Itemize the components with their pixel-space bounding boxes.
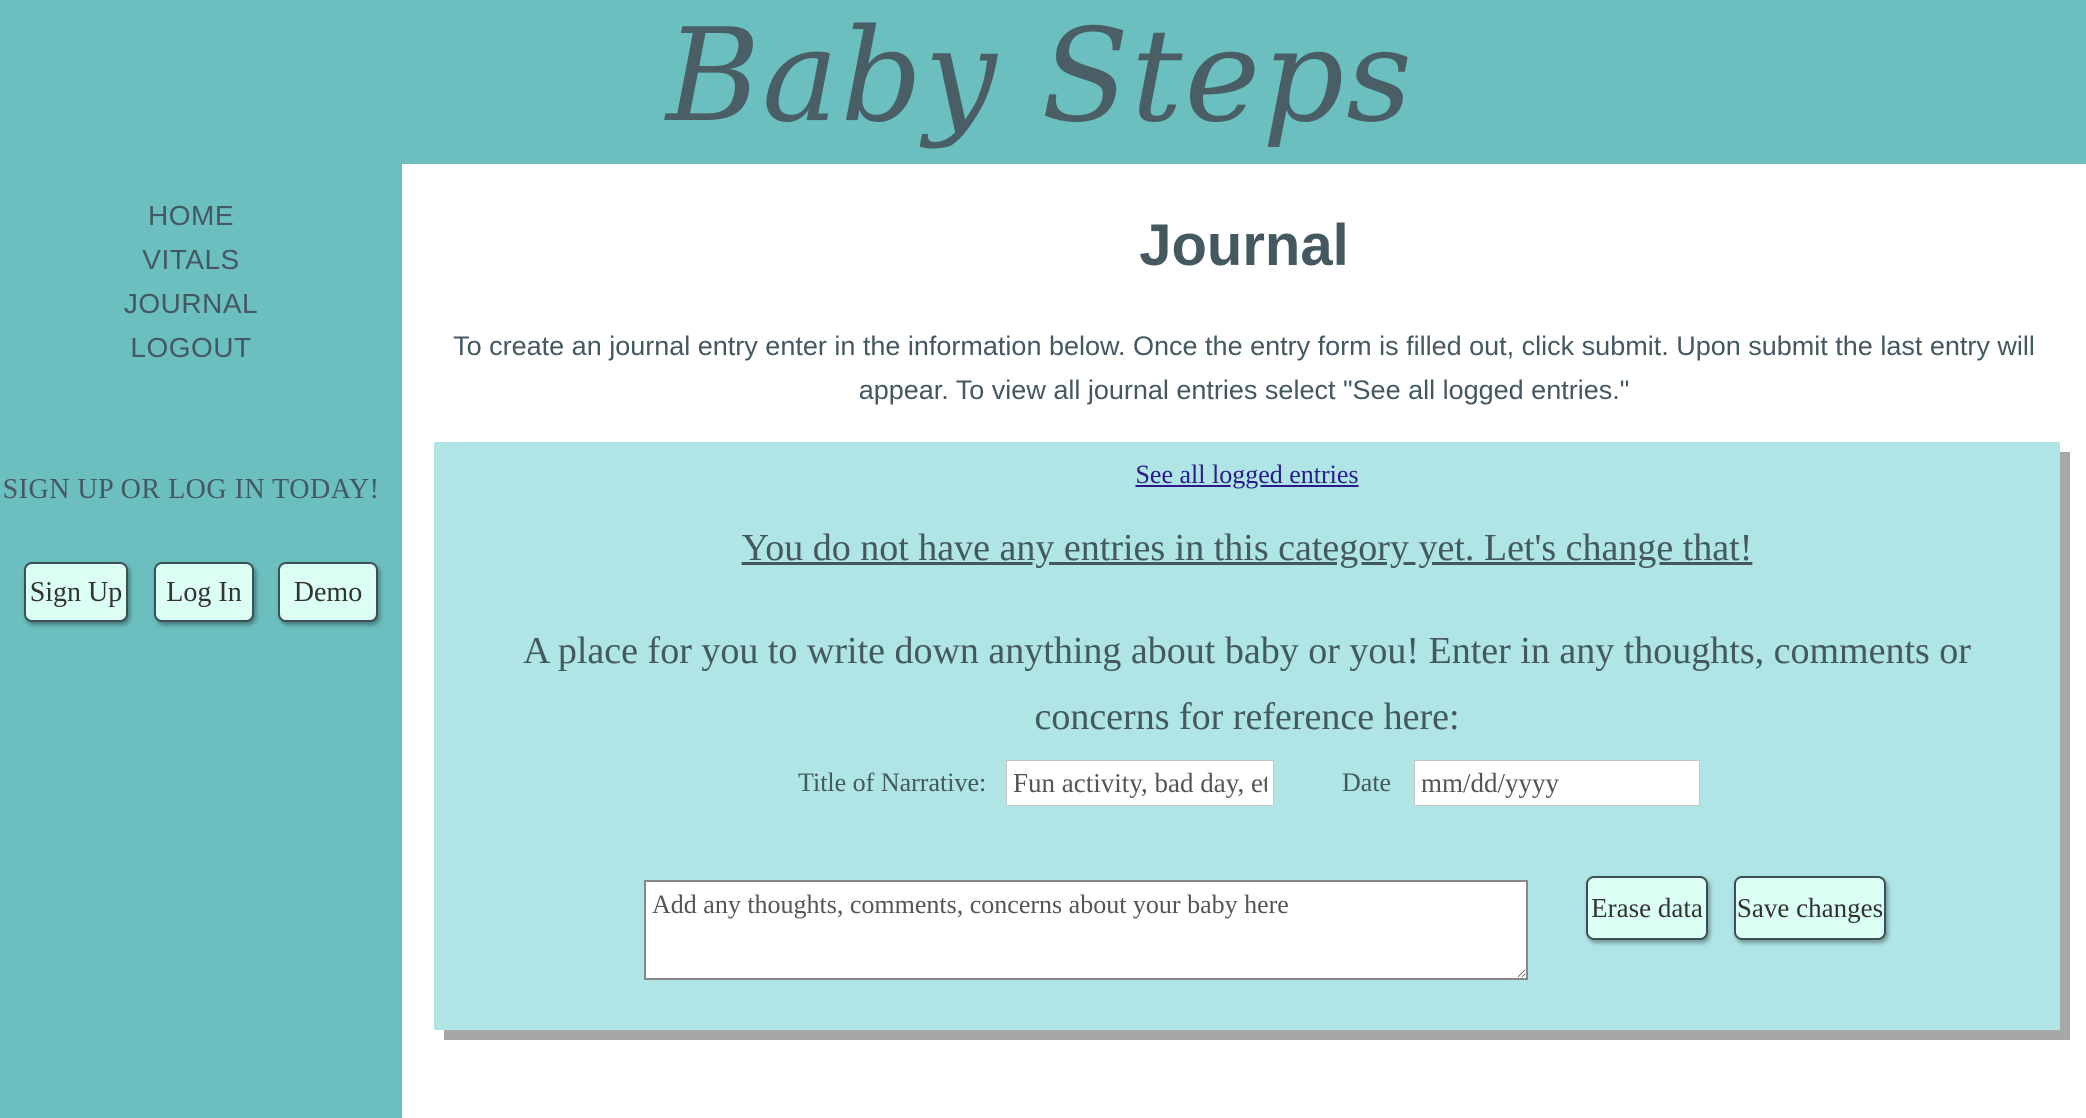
title-label: Title of Narrative:: [798, 768, 987, 797]
nav-vitals[interactable]: VITALS: [0, 238, 382, 282]
demo-button[interactable]: Demo: [278, 562, 378, 622]
save-changes-button[interactable]: Save changes: [1734, 876, 1886, 940]
date-input[interactable]: [1414, 760, 1700, 806]
header: Baby Steps: [0, 0, 2086, 164]
auth-buttons: Sign Up Log In Demo: [24, 562, 384, 626]
panel-description: A place for you to write down anything a…: [523, 630, 1971, 738]
title-input[interactable]: [1006, 760, 1274, 806]
sign-up-button[interactable]: Sign Up: [24, 562, 128, 622]
erase-data-button[interactable]: Erase data: [1586, 876, 1708, 940]
nav-home[interactable]: HOME: [0, 194, 382, 238]
nav-logout[interactable]: LOGOUT: [0, 326, 382, 370]
see-all-entries-link[interactable]: See all logged entries: [434, 460, 2060, 490]
baby-steps-logo[interactable]: Baby Steps: [0, 0, 2086, 164]
nav-journal[interactable]: JOURNAL: [0, 282, 382, 326]
log-in-button[interactable]: Log In: [154, 562, 254, 622]
page: Baby Steps HOME VITALS JOURNAL LOGOUT SI…: [0, 0, 2086, 1118]
signup-prompt: SIGN UP OR LOG IN TODAY!: [2, 474, 380, 505]
main-content: Journal To create an journal entry enter…: [402, 164, 2086, 1118]
intro-text: To create an journal entry enter in the …: [453, 331, 2035, 405]
journal-textarea[interactable]: [644, 880, 1528, 980]
page-title: Journal: [1139, 213, 1349, 278]
main-nav: HOME VITALS JOURNAL LOGOUT: [0, 194, 382, 370]
logo-text: Baby Steps: [664, 2, 1414, 151]
date-label: Date: [1342, 768, 1392, 797]
sidebar: HOME VITALS JOURNAL LOGOUT SIGN UP OR LO…: [0, 164, 402, 1118]
no-entries-message: You do not have any entries in this cate…: [741, 527, 1753, 569]
journal-panel: See all logged entries You do not have a…: [434, 442, 2060, 1030]
